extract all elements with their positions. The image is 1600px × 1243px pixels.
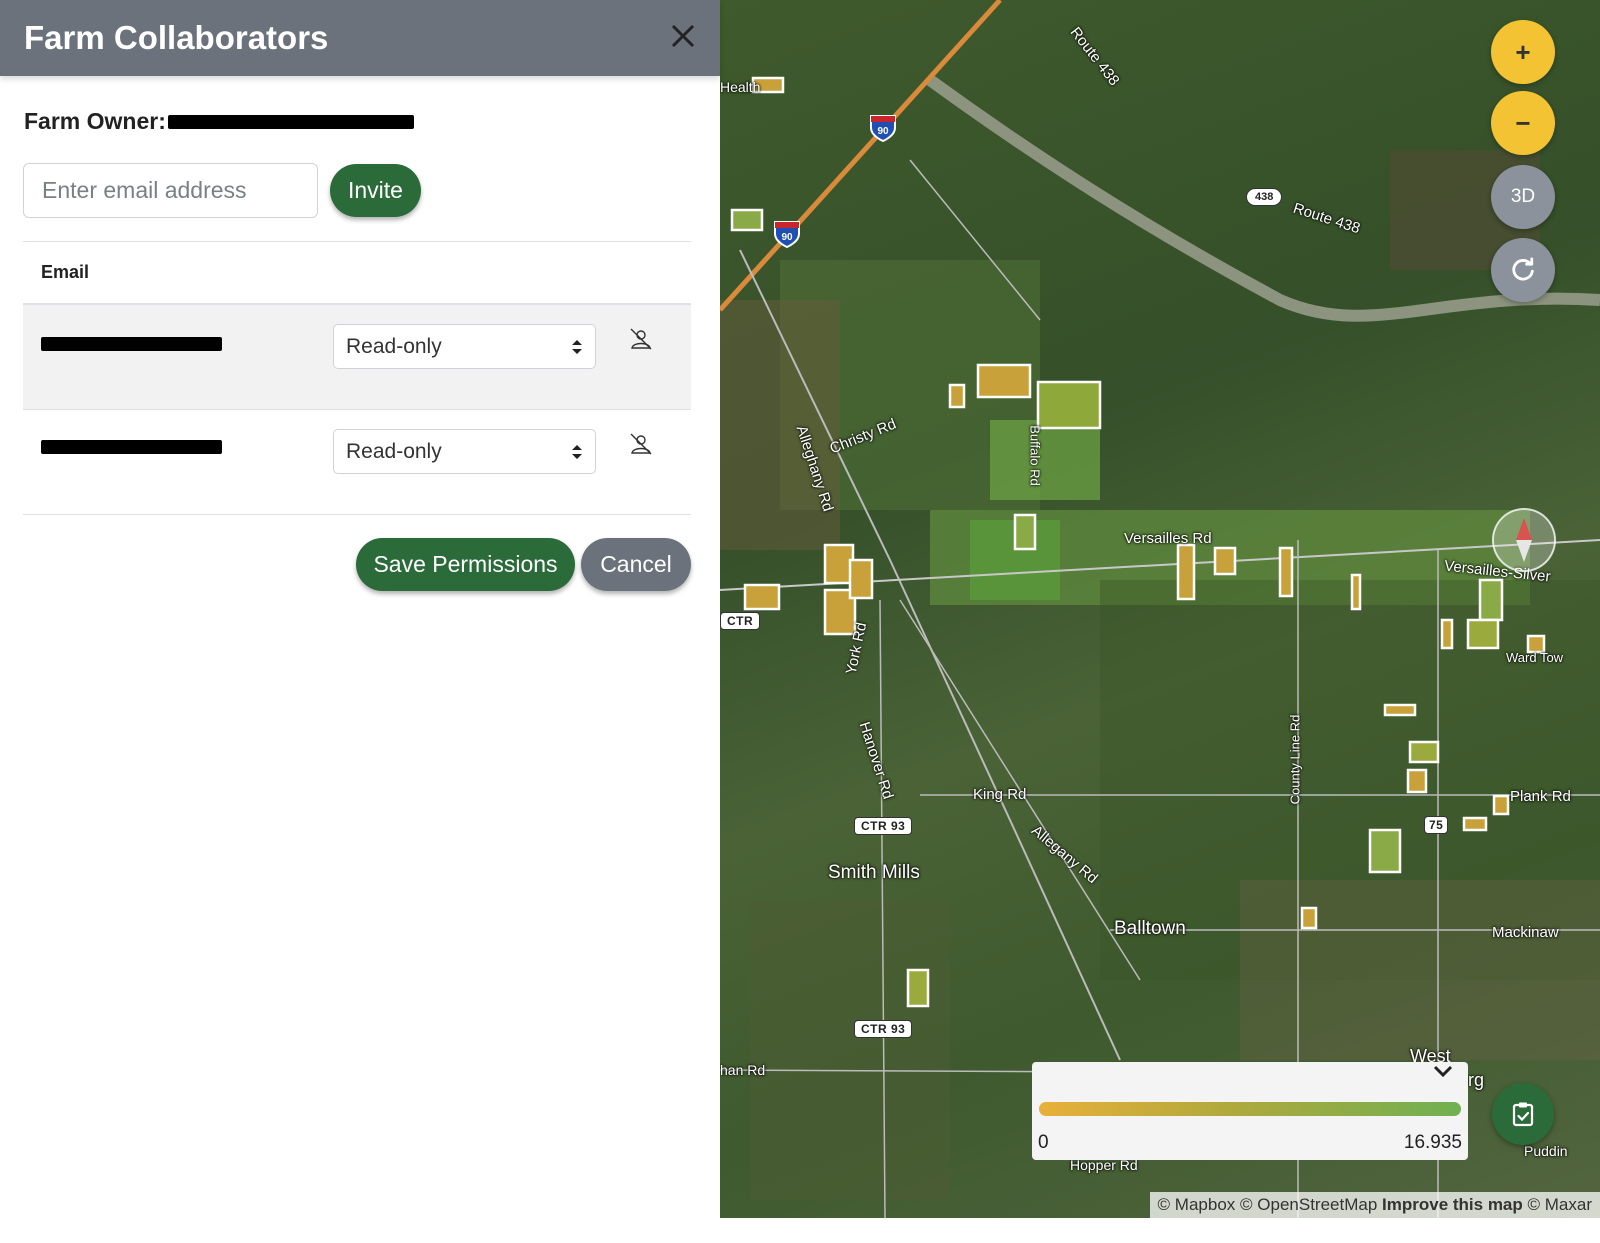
road-label: County Line Rd [1287, 714, 1303, 805]
permission-select[interactable]: Read-only [333, 429, 596, 474]
redacted-collaborator-email [41, 337, 222, 351]
interstate-shield-icon: 90 [870, 115, 896, 143]
select-caret-icon [572, 444, 582, 459]
legend-gradient [1039, 1102, 1461, 1116]
interstate-number: 90 [781, 232, 793, 243]
legend-max: 16.935 [1403, 1132, 1462, 1153]
road-shield: 75 [1424, 816, 1449, 834]
remove-user-icon[interactable] [629, 327, 653, 351]
redacted-collaborator-email [41, 440, 222, 454]
road-label: King Rd [973, 786, 1027, 803]
road-shield: CTR 93 [854, 1020, 913, 1038]
improve-map-link[interactable]: Improve this map [1382, 1195, 1523, 1214]
toggle-3d-button[interactable]: 3D [1491, 165, 1555, 229]
mapbox-link[interactable]: © Mapbox [1158, 1195, 1236, 1214]
compass-button[interactable] [1492, 508, 1556, 572]
redacted-owner-email [167, 114, 414, 129]
panel-title: Farm Collaborators [24, 19, 329, 56]
road-label: han Rd [720, 1062, 766, 1078]
permission-select[interactable]: Read-only [333, 324, 596, 369]
collaborators-panel: Farm Collaborators Farm Owner: Invite Em… [0, 0, 720, 1218]
clipboard-check-icon [1512, 1102, 1534, 1127]
town-label: Mackinaw [1492, 924, 1559, 941]
invite-button[interactable]: Invite [330, 164, 421, 217]
zoom-in-button[interactable]: + [1491, 20, 1555, 84]
table-header-email: Email [23, 241, 691, 305]
close-button[interactable] [670, 21, 696, 55]
zoom-out-button[interactable]: − [1491, 91, 1555, 155]
interstate-shield-icon: 90 [774, 221, 800, 249]
road-shield: CTR 93 [854, 817, 913, 835]
road-label: Buffalo Rd [1027, 425, 1043, 486]
road-shield: 438 [1246, 188, 1283, 206]
map-imagery [720, 0, 1600, 1218]
rotate-icon [1512, 257, 1534, 281]
legend-min: 0 [1038, 1132, 1049, 1153]
town-label: Balltown [1114, 918, 1186, 939]
road-label: Plank Rd [1510, 788, 1571, 805]
osm-link[interactable]: © OpenStreetMap [1240, 1195, 1377, 1214]
legend: 0 16.935 [1032, 1062, 1468, 1160]
select-caret-icon [572, 339, 582, 354]
permission-value: Read-only [346, 439, 442, 463]
remove-user-icon[interactable] [629, 432, 653, 456]
map-attribution: © Mapbox © OpenStreetMap Improve this ma… [1149, 1192, 1600, 1218]
invite-email-input[interactable] [23, 163, 318, 218]
road-label: Ward Tow [1506, 650, 1564, 665]
maxar-link[interactable]: © Maxar [1528, 1195, 1592, 1214]
close-icon [671, 24, 695, 48]
farm-owner: Farm Owner: [24, 108, 414, 135]
road-label: Puddin [1524, 1143, 1568, 1159]
town-label: rg [1468, 1070, 1485, 1090]
farm-owner-label: Farm Owner: [24, 108, 166, 134]
road-label: Versailles Rd [1124, 530, 1212, 547]
cancel-button[interactable]: Cancel [581, 538, 691, 591]
reset-view-button[interactable] [1491, 238, 1555, 302]
road-shield: CTR [720, 612, 761, 630]
compass-icon [1516, 518, 1532, 562]
chevron-down-icon[interactable] [1432, 1062, 1454, 1085]
table-row: Read-only [23, 305, 691, 410]
interstate-number: 90 [877, 126, 889, 137]
collaborators-table: Email Read-only Read-only [23, 241, 691, 515]
table-row: Read-only [23, 410, 691, 515]
satellite-map[interactable]: Route 438 Route 438 Christy Rd Buffalo R… [720, 0, 1600, 1218]
save-permissions-button[interactable]: Save Permissions [356, 538, 575, 591]
permission-value: Read-only [346, 334, 442, 358]
town-label: Smith Mills [828, 862, 920, 883]
panel-header: Farm Collaborators [0, 0, 720, 76]
clipboard-button[interactable] [1492, 1083, 1554, 1145]
place-label: Health [720, 79, 761, 95]
